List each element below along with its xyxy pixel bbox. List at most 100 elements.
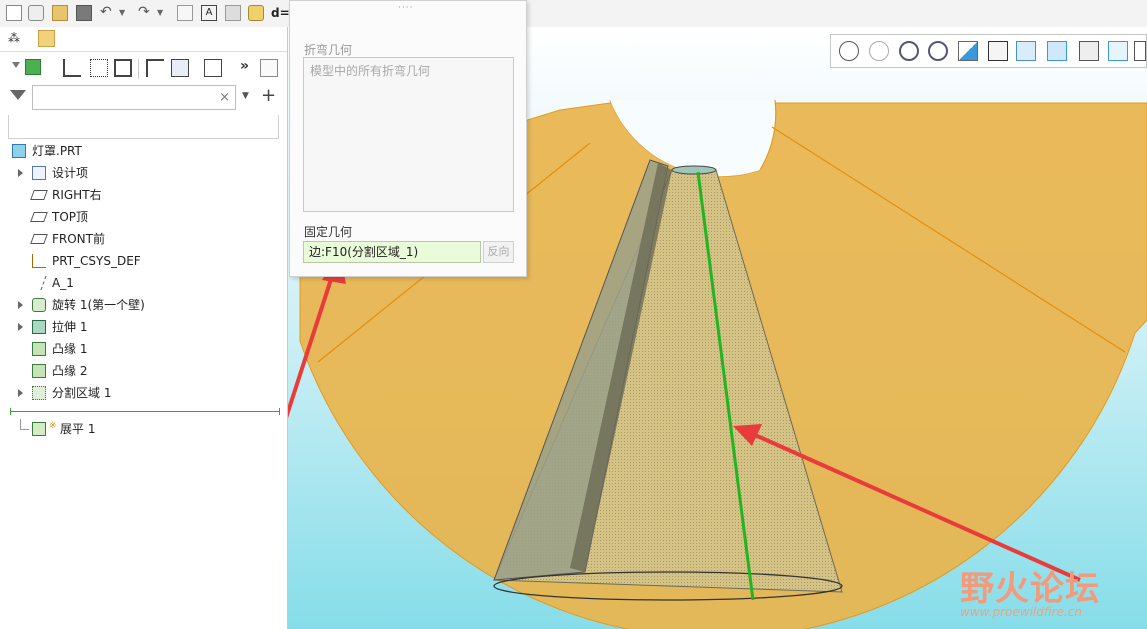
datum-plane-icon	[30, 190, 48, 200]
tree-item-label: A_1	[52, 276, 74, 290]
notes-panel-icon[interactable]	[260, 59, 278, 77]
model-tree-tab-icon[interactable]: ⁂	[8, 31, 22, 45]
settings-icon[interactable]	[248, 5, 264, 21]
tree-root[interactable]: 灯罩.PRT	[10, 141, 270, 161]
panel-grip-handle[interactable]: ····	[398, 3, 413, 13]
annotation-icon[interactable]: A	[201, 5, 217, 21]
bend-geom-collector[interactable]: 模型中的所有折弯几何	[303, 57, 514, 212]
expand-arrow-icon[interactable]	[18, 169, 23, 177]
design-items-icon	[32, 166, 46, 180]
tree-item-label: 分割区域 1	[52, 386, 112, 400]
search-dropdown-icon[interactable]: ▼	[242, 91, 249, 101]
split-area-icon	[32, 386, 46, 400]
more-tools-icon[interactable]: »	[240, 58, 249, 74]
zoom-in-icon[interactable]	[899, 41, 919, 61]
display-style-icon[interactable]	[1016, 41, 1036, 61]
folder-browser-tab-icon[interactable]	[38, 30, 55, 47]
show-table-icon[interactable]	[114, 59, 132, 77]
flip-button[interactable]: 反向	[483, 241, 514, 263]
tree-item-design-items[interactable]: 设计项	[16, 163, 276, 183]
quick-access-toolbar: ↶ ▼ ↷ ▼ A d=	[0, 0, 1147, 28]
repaint-icon[interactable]	[958, 41, 978, 61]
toolbar-separator	[138, 59, 139, 79]
save-icon[interactable]	[76, 5, 92, 21]
search-input[interactable]: ×	[32, 85, 236, 110]
tree-item-label: 凸缘 1	[52, 342, 88, 356]
expand-arrow-icon[interactable]	[18, 389, 23, 397]
filter-icon[interactable]	[10, 90, 26, 100]
cone-top-ellipse	[671, 165, 717, 175]
tree-columns-icon[interactable]	[90, 59, 108, 77]
datum-plane-icon	[30, 234, 48, 244]
add-filter-icon[interactable]: +	[261, 85, 276, 106]
tree-item-csys[interactable]: PRT_CSYS_DEF	[16, 251, 276, 271]
relations-icon[interactable]: d=	[271, 5, 291, 21]
undo-dropdown-icon[interactable]: ▼	[119, 5, 135, 21]
tree-item-unbend[interactable]: ※ 展平 1	[16, 419, 276, 439]
clear-search-icon[interactable]: ×	[219, 90, 230, 105]
tree-item-flange-1[interactable]: 凸缘 1	[16, 339, 276, 359]
tree-item-top-plane[interactable]: TOP顶	[16, 207, 276, 227]
notes-icon[interactable]	[204, 59, 222, 77]
tree-item-front-plane[interactable]: FRONT前	[16, 229, 276, 249]
more-view-tools-icon[interactable]	[1134, 41, 1146, 61]
tree-expand-dropdown-icon[interactable]	[12, 62, 20, 68]
bend-geom-value: 模型中的所有折弯几何	[310, 64, 431, 78]
tree-item-label: PRT_CSYS_DEF	[52, 254, 141, 268]
tree-item-label: 凸缘 2	[52, 364, 88, 378]
tree-item-flange-2[interactable]: 凸缘 2	[16, 361, 276, 381]
regenerate-icon[interactable]	[177, 5, 193, 21]
perspective-icon[interactable]	[1047, 41, 1067, 61]
tree-item-axis[interactable]: A_1	[16, 273, 276, 293]
edit-icon[interactable]	[225, 5, 241, 21]
unbend-icon	[32, 422, 46, 436]
fixed-geom-collector[interactable]: 边:F10(分割区域_1)	[303, 241, 481, 263]
undo-icon[interactable]: ↶	[100, 5, 116, 21]
saved-views-icon[interactable]	[988, 41, 1008, 61]
csys-icon	[32, 254, 46, 268]
layer-tree-icon[interactable]	[171, 59, 189, 77]
tree-item-label: FRONT前	[52, 232, 105, 246]
bend-geom-label: 折弯几何	[304, 43, 353, 57]
insert-here-indicator[interactable]	[10, 408, 280, 415]
tree-item-split-area[interactable]: 分割区域 1	[16, 383, 276, 403]
part-display-icon[interactable]	[25, 59, 41, 75]
unbend-insert-mark: ※	[49, 421, 57, 431]
new-file-icon[interactable]	[6, 5, 22, 21]
open-recent-icon[interactable]	[28, 5, 44, 21]
tree-item-label: 设计项	[52, 166, 89, 180]
watermark-url: www.proewildfire.cn	[960, 605, 1082, 619]
tree-toolbar: »	[0, 57, 287, 81]
datum-display-icon[interactable]	[1108, 41, 1128, 61]
open-folder-icon[interactable]	[52, 5, 68, 21]
tree-item-label: 旋转 1(第一个壁)	[52, 298, 145, 312]
watermark: 野火论坛 www.proewildfire.cn	[960, 561, 1100, 619]
revolve-icon	[32, 298, 46, 312]
datum-plane-icon	[30, 212, 48, 222]
flange-icon	[32, 342, 46, 356]
tree-item-label: RIGHT右	[52, 188, 102, 202]
section-icon[interactable]	[1079, 41, 1099, 61]
tree-item-extrude[interactable]: 拉伸 1	[16, 317, 276, 337]
tree-header-box	[8, 115, 279, 139]
panel-tabs: ⁂	[0, 27, 287, 52]
expand-arrow-icon[interactable]	[18, 301, 23, 309]
unbend-options-panel: ···· 折弯几何 模型中的所有折弯几何 固定几何 边:F10(分割区域_1) …	[289, 0, 527, 277]
tree-item-revolve[interactable]: 旋转 1(第一个壁)	[16, 295, 276, 315]
redo-dropdown-icon[interactable]: ▼	[157, 5, 173, 21]
tree-item-right-plane[interactable]: RIGHT右	[16, 185, 276, 205]
part-icon	[12, 144, 26, 158]
tree-root-label: 灯罩.PRT	[32, 144, 82, 158]
tree-filters-icon[interactable]	[63, 59, 81, 77]
watermark-title: 野火论坛	[960, 569, 1100, 609]
refit-icon[interactable]	[839, 41, 859, 61]
search-row: × ▼ +	[0, 85, 287, 113]
expand-arrow-icon[interactable]	[18, 323, 23, 331]
view-manager-icon[interactable]	[869, 41, 889, 61]
tree-item-label: TOP顶	[52, 210, 89, 224]
axis-icon	[31, 276, 47, 290]
flange-icon	[32, 364, 46, 378]
zoom-out-icon[interactable]	[928, 41, 948, 61]
settings-tree-icon[interactable]	[146, 59, 164, 77]
redo-icon[interactable]: ↷	[138, 5, 154, 21]
